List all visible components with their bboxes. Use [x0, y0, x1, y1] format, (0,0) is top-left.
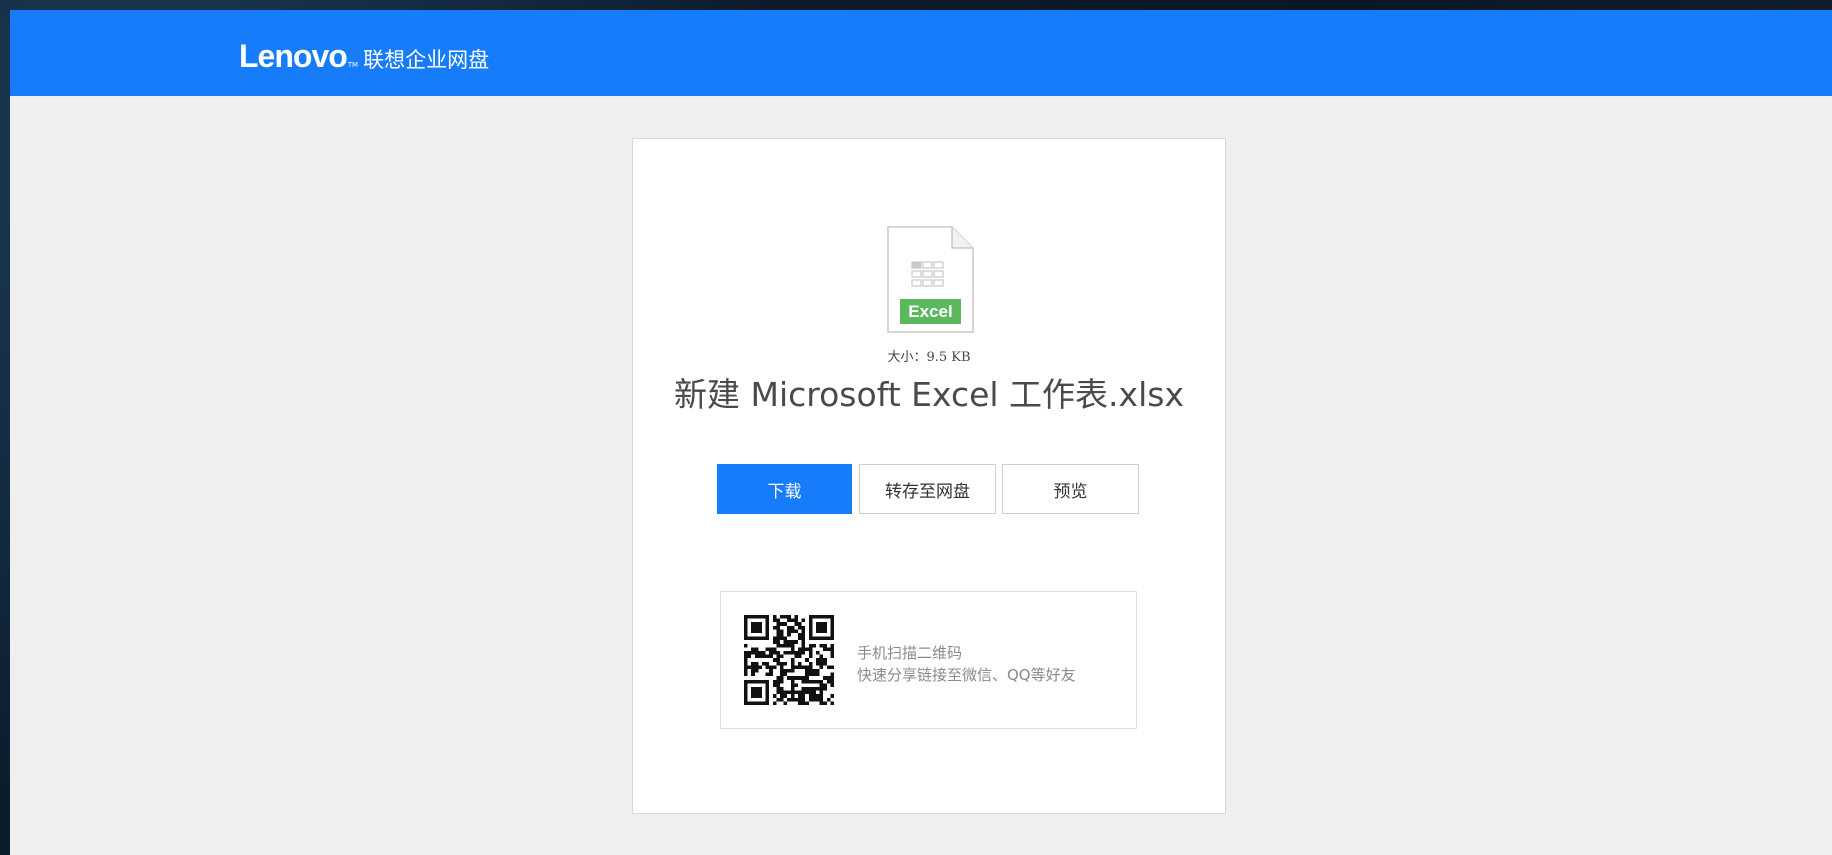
qr-share-line-2: 快速分享链接至微信、QQ等好友 [857, 666, 1076, 684]
brand-logo[interactable]: Lenovo TM 联想企业网盘 [239, 40, 489, 80]
product-name: 联想企业网盘 [363, 48, 490, 72]
qr-share-line-1: 手机扫描二维码 [857, 644, 963, 662]
save-to-drive-button[interactable]: 转存至网盘 [859, 464, 996, 514]
excel-file-icon: Excel [887, 226, 974, 333]
qr-code-icon[interactable] [744, 615, 834, 705]
browser-viewport: Lenovo TM 联想企业网盘 Excel 大小：9.5 KB 新建 Micr… [10, 10, 1832, 855]
file-name: 新建 Microsoft Excel 工作表.xlsx [674, 375, 1184, 414]
lenovo-wordmark: Lenovo [239, 38, 348, 74]
download-button[interactable]: 下载 [717, 464, 852, 514]
qr-share-text: 手机扫描二维码 快速分享链接至微信、QQ等好友 [857, 642, 1076, 686]
file-size: 大小：9.5 KB [887, 350, 971, 365]
top-header-bar: Lenovo TM 联想企业网盘 [10, 10, 1832, 96]
trademark-mark: TM [347, 61, 359, 69]
excel-badge-label: Excel [908, 302, 952, 321]
preview-button[interactable]: 预览 [1002, 464, 1139, 514]
file-share-card: Excel 大小：9.5 KB 新建 Microsoft Excel 工作表.x… [632, 138, 1226, 814]
qr-share-panel: 手机扫描二维码 快速分享链接至微信、QQ等好友 [720, 591, 1137, 729]
